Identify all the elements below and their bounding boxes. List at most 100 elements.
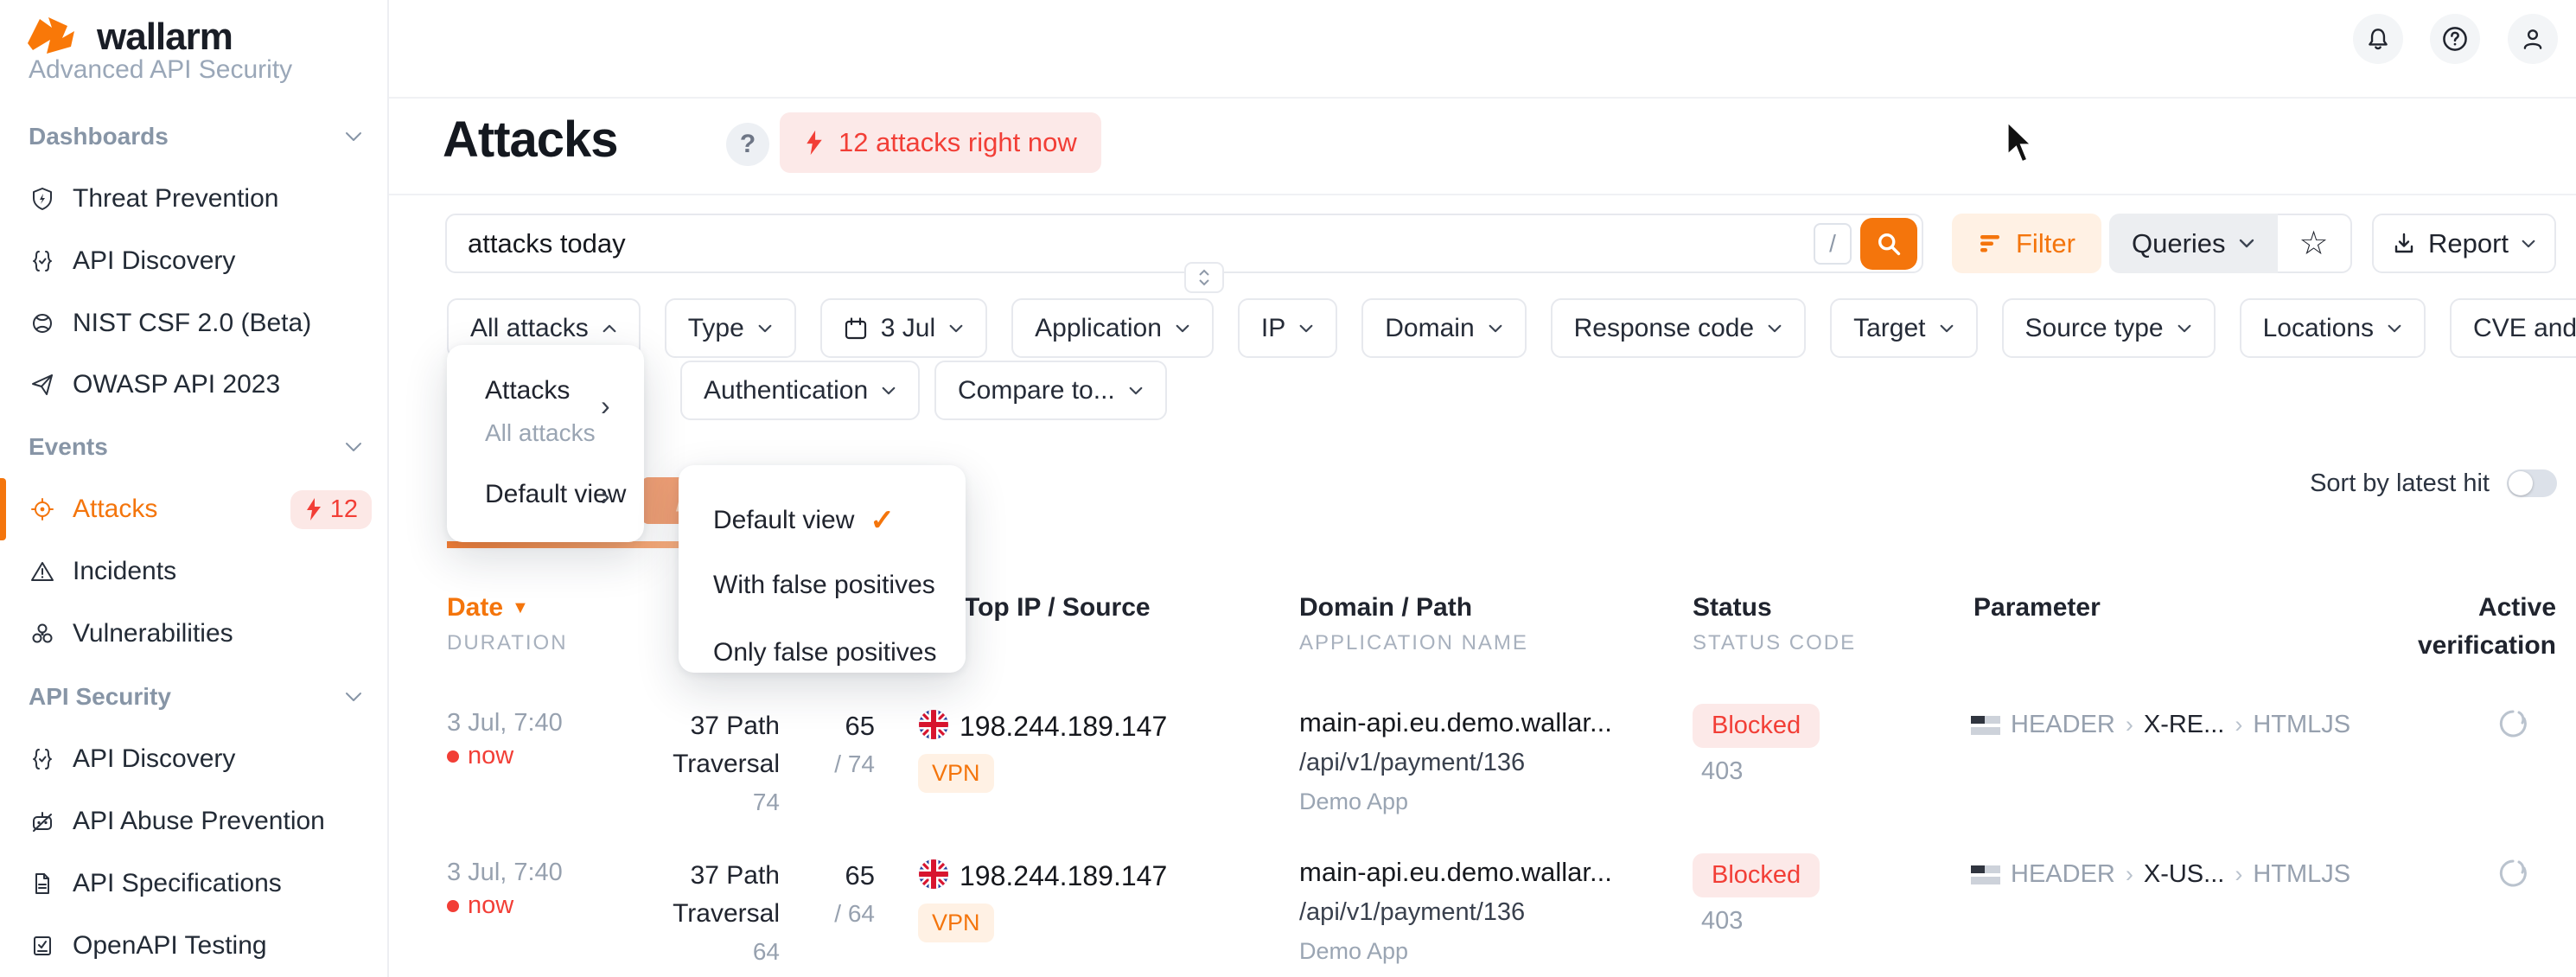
filter-chip-response-code[interactable]: Response code	[1551, 298, 1806, 358]
menu-item-attacks-subtitle: All attacks	[485, 419, 596, 447]
filter-chip-domain[interactable]: Domain	[1361, 298, 1526, 358]
filter-button[interactable]: Filter	[1952, 214, 2101, 273]
vpn-tag: VPN	[918, 754, 994, 793]
filter-chip-cve-exploits[interactable]: CVE and exploits	[2450, 298, 2576, 358]
sidebar-item-label: OpenAPI Testing	[73, 931, 267, 961]
attack-date: 3 Jul, 7:40	[447, 859, 563, 887]
active-verification-icon[interactable]	[2493, 853, 2533, 893]
queries-group: Queries ☆	[2109, 214, 2352, 273]
sidebar-item-openapi-testing[interactable]: OpenAPI Testing	[0, 915, 389, 977]
help-icon	[2441, 25, 2469, 53]
application-name: Demo App	[1299, 938, 1408, 965]
chevron-down-icon	[2521, 239, 2536, 249]
live-dot-icon	[447, 900, 459, 912]
section-label: Dashboards	[29, 123, 169, 150]
submenu-option-default-view[interactable]: Default view ✓	[713, 503, 895, 538]
account-button[interactable]	[2508, 14, 2558, 64]
attack-live-status: now	[447, 891, 513, 920]
live-label: now	[468, 742, 513, 770]
chevron-down-icon	[344, 441, 363, 453]
chevron-down-icon	[2177, 323, 2192, 334]
status-badge: Blocked	[1693, 704, 1820, 748]
sidebar-item-api-discovery[interactable]: API Discovery	[0, 230, 389, 292]
sidebar-item-api-abuse-prevention[interactable]: API Abuse Prevention	[0, 790, 389, 852]
lightning-icon	[304, 497, 323, 521]
filter-chip-target[interactable]: Target	[1830, 298, 1977, 358]
favorite-queries-button[interactable]: ☆	[2278, 214, 2352, 273]
filter-chip-authentication[interactable]: Authentication	[680, 361, 920, 420]
menu-item-attacks[interactable]: Attacks	[485, 376, 570, 405]
attacks-view-menu: Attacks All attacks › Default view ›	[447, 345, 644, 542]
sort-by-latest-hit-toggle[interactable]	[2507, 469, 2557, 497]
sidebar-item-attacks[interactable]: Attacks 12	[0, 478, 389, 540]
column-header-active-2: verification	[2383, 631, 2556, 661]
status-badge: Blocked	[1693, 853, 1820, 897]
sidebar-item-nist-csf[interactable]: NIST CSF 2.0 (Beta)	[0, 292, 389, 354]
help-button[interactable]	[2430, 14, 2480, 64]
chevron-right-icon: ›	[601, 480, 610, 512]
chevron-down-icon	[1128, 386, 1144, 396]
active-verification-icon[interactable]	[2493, 704, 2533, 744]
paper-plane-icon	[30, 373, 54, 397]
bell-icon	[2365, 26, 2391, 52]
report-button[interactable]: Report	[2372, 214, 2556, 273]
filter-chip-type[interactable]: Type	[665, 298, 796, 358]
queries-label: Queries	[2132, 228, 2226, 259]
target-icon	[30, 497, 54, 521]
attack-domain[interactable]: main-api.eu.demo.wallar...	[1299, 707, 1612, 738]
submenu-option-only-false-positives[interactable]: Only false positives	[713, 638, 936, 667]
search-input[interactable]	[466, 227, 1593, 260]
search-expand-toggle[interactable]	[1184, 262, 1224, 293]
column-header-date[interactable]: Date ▼	[447, 593, 529, 623]
attack-hits: 65 / 64	[804, 857, 875, 933]
sort-by-latest-hit-label: Sort by latest hit	[2265, 469, 2490, 498]
notifications-button[interactable]	[2353, 14, 2403, 64]
attack-domain[interactable]: main-api.eu.demo.wallar...	[1299, 857, 1612, 888]
chip-label: CVE and exploits	[2473, 314, 2576, 343]
attacks-now-alert[interactable]: 12 attacks right now	[780, 112, 1101, 173]
column-header-active-1: Active	[2383, 593, 2556, 623]
filter-label: Filter	[2016, 228, 2075, 259]
chip-label: Target	[1853, 314, 1925, 343]
status-label: Blocked	[1693, 853, 1820, 897]
page-help-icon[interactable]: ?	[726, 123, 769, 166]
attack-type-line: Traversal	[553, 745, 780, 783]
filter-chip-ip[interactable]: IP	[1238, 298, 1337, 358]
search-button[interactable]	[1860, 218, 1917, 270]
column-subheader-status-code: STATUS CODE	[1693, 631, 1856, 655]
column-subheader-application: APPLICATION NAME	[1299, 631, 1528, 655]
attack-ip[interactable]: 198.244.189.147	[960, 860, 1167, 892]
search-bar	[445, 214, 1923, 273]
filter-chip-compare-to[interactable]: Compare to...	[934, 361, 1167, 420]
filter-chip-date[interactable]: 3 Jul	[820, 298, 987, 358]
alert-text: 12 attacks right now	[838, 127, 1077, 158]
chevron-right-icon: ›	[2235, 712, 2242, 738]
sidebar-item-label: Incidents	[73, 557, 176, 586]
ip-tag: VPN	[918, 754, 994, 793]
sidebar-item-api-discovery-2[interactable]: API Discovery	[0, 728, 389, 790]
sidebar-item-owasp-api[interactable]: OWASP API 2023	[0, 354, 389, 416]
hits-value: 65	[804, 857, 875, 895]
chevron-up-icon	[1198, 269, 1210, 277]
param-type: HTMLJS	[2253, 711, 2350, 739]
sidebar-item-incidents[interactable]: Incidents	[0, 540, 389, 603]
filter-chip-application[interactable]: Application	[1011, 298, 1214, 358]
sidebar-item-threat-prevention[interactable]: Threat Prevention	[0, 168, 389, 230]
attack-date: 3 Jul, 7:40	[447, 709, 563, 738]
sidebar-item-vulnerabilities[interactable]: Vulnerabilities	[0, 603, 389, 665]
queries-button[interactable]: Queries	[2109, 214, 2278, 273]
sidebar-section-api-security[interactable]: API Security	[0, 666, 389, 728]
chevron-down-icon	[1298, 323, 1314, 334]
braces-check-icon	[30, 747, 54, 771]
search-icon	[1875, 230, 1903, 258]
parameter-icon	[1971, 865, 2000, 884]
sidebar-section-events[interactable]: Events	[0, 416, 389, 478]
sidebar-item-api-specifications[interactable]: API Specifications	[0, 852, 389, 915]
chip-label: Compare to...	[958, 376, 1115, 405]
attack-ip[interactable]: 198.244.189.147	[960, 711, 1167, 743]
sidebar-section-dashboards[interactable]: Dashboards	[0, 105, 389, 168]
filter-chip-source-type[interactable]: Source type	[2002, 298, 2216, 358]
chip-label: All attacks	[470, 314, 589, 343]
submenu-option-with-false-positives[interactable]: With false positives	[713, 571, 935, 600]
filter-chip-locations[interactable]: Locations	[2240, 298, 2426, 358]
